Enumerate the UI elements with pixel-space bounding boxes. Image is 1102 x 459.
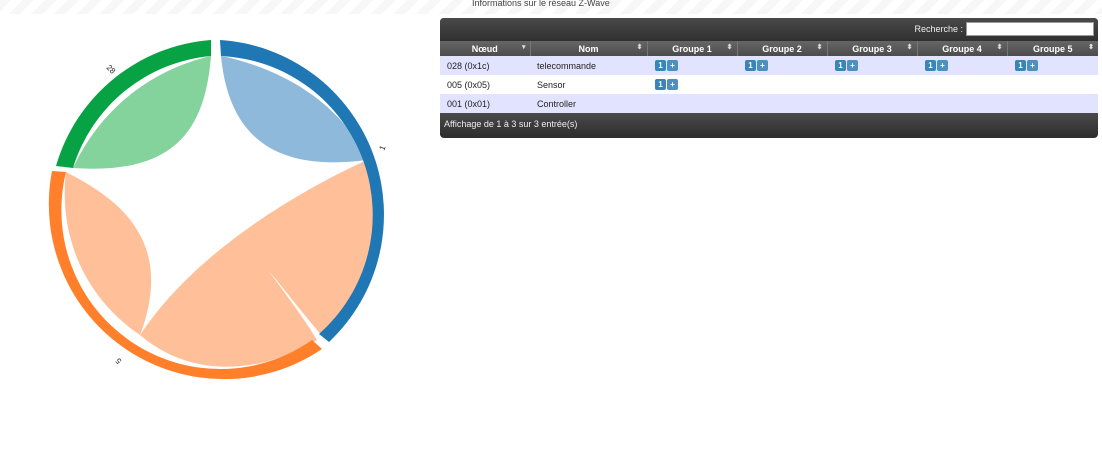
node-cell: 028 (0x1c) — [440, 56, 530, 75]
group-2-cell: 1 + — [737, 56, 827, 75]
table-row[interactable]: 028 (0x1c) telecommande 1 + 1 + 1 + 1 + 1 + — [440, 56, 1098, 75]
group-5-cell: 1 + — [1007, 56, 1098, 75]
sort-both-icon: ⬍ — [1088, 44, 1094, 51]
sort-both-icon: ⬍ — [636, 44, 643, 51]
group-2-cell — [737, 94, 827, 113]
group-member-button[interactable]: 1 — [1015, 60, 1026, 72]
nodes-table: Nœud ▾ Nom ⬍ Groupe 1 ⬍ Groupe 2 ⬍ Groupe 3 ⬍… — [440, 41, 1098, 113]
group-4-cell: 1 + — [917, 56, 1007, 75]
add-to-group-button[interactable]: + — [847, 60, 858, 72]
arc-label-28: 28 — [105, 63, 118, 76]
group-4-cell — [917, 75, 1007, 94]
group-1-cell: 1 + — [647, 56, 737, 75]
group-member-button[interactable]: 1 — [925, 60, 936, 72]
ribbon-5-1[interactable] — [140, 160, 379, 367]
sort-both-icon: ⬍ — [906, 44, 913, 51]
group-3-cell: 1 + — [827, 56, 917, 75]
group-member-button[interactable]: 1 — [745, 60, 756, 72]
search-input[interactable] — [966, 22, 1094, 36]
add-to-group-button[interactable]: + — [757, 60, 768, 72]
node-cell: 001 (0x01) — [440, 94, 530, 113]
search-label: Recherche : — [914, 24, 963, 34]
column-header-group-2[interactable]: Groupe 2 ⬍ — [736, 41, 827, 56]
group-4-cell — [917, 94, 1007, 113]
group-5-cell — [1007, 94, 1098, 113]
column-header-group-4[interactable]: Groupe 4 ⬍ — [916, 41, 1007, 56]
nodes-table-panel: Recherche : Nœud ▾ Nom ⬍ Groupe 1 ⬍ Groupe … — [440, 18, 1098, 138]
column-header-node[interactable]: Nœud ▾ — [440, 41, 530, 56]
column-header-group-5[interactable]: Groupe 5 ⬍ — [1006, 41, 1098, 56]
group-3-cell — [827, 75, 917, 94]
sort-both-icon: ⬍ — [996, 44, 1003, 51]
ribbon-5-self[interactable] — [64, 172, 152, 335]
add-to-group-button[interactable]: + — [667, 79, 678, 91]
node-cell: 005 (0x05) — [440, 75, 530, 94]
group-member-button[interactable]: 1 — [655, 79, 666, 91]
add-to-group-button[interactable]: + — [1027, 60, 1038, 72]
name-cell: Controller — [530, 94, 647, 113]
group-5-cell — [1007, 75, 1098, 94]
page-title: Informations sur le réseau Z-Wave — [472, 0, 610, 8]
add-to-group-button[interactable]: + — [937, 60, 948, 72]
sort-desc-icon: ▾ — [521, 44, 526, 51]
group-member-button[interactable]: 1 — [835, 60, 846, 72]
group-1-cell — [647, 94, 737, 113]
name-cell: telecommande — [530, 56, 647, 75]
table-row[interactable]: 005 (0x05) Sensor 1 + — [440, 75, 1098, 94]
group-3-cell — [827, 94, 917, 113]
name-cell: Sensor — [530, 75, 647, 94]
add-to-group-button[interactable]: + — [667, 60, 678, 72]
column-header-group-1[interactable]: Groupe 1 ⬍ — [646, 41, 737, 56]
group-1-cell: 1 + — [647, 75, 737, 94]
network-chord-diagram: 1 5 28 — [48, 40, 388, 380]
table-row[interactable]: 001 (0x01) Controller — [440, 94, 1098, 113]
sort-both-icon: ⬍ — [816, 44, 823, 51]
arc-label-5: 5 — [113, 356, 123, 366]
column-header-group-3[interactable]: Groupe 3 ⬍ — [826, 41, 917, 56]
arc-label-1: 1 — [378, 144, 388, 152]
table-toolbar: Recherche : — [440, 18, 1098, 41]
column-header-name[interactable]: Nom ⬍ — [529, 41, 647, 56]
group-member-button[interactable]: 1 — [655, 60, 666, 72]
table-header-row: Nœud ▾ Nom ⬍ Groupe 1 ⬍ Groupe 2 ⬍ Groupe 3 ⬍… — [440, 41, 1098, 56]
table-info: Affichage de 1 à 3 sur 3 entrée(s) — [440, 113, 1098, 135]
group-2-cell — [737, 75, 827, 94]
sort-both-icon: ⬍ — [726, 44, 733, 51]
